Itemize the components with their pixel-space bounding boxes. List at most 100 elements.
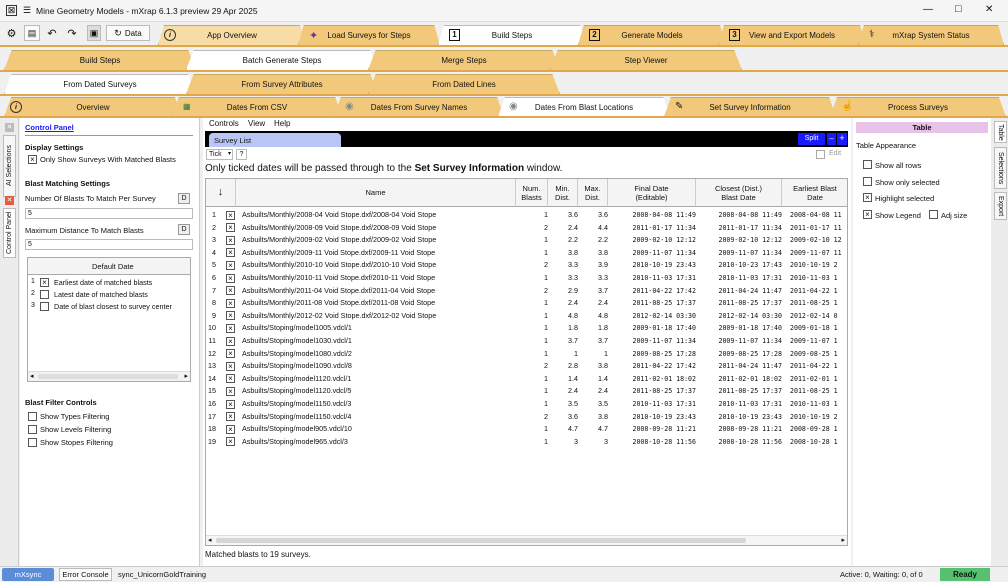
tab-generate-models[interactable]: 2 Generate Models bbox=[578, 25, 726, 45]
close-icon[interactable]: ✕ bbox=[5, 123, 14, 132]
table-row[interactable]: 1 × Earliest date of matched blasts bbox=[28, 277, 190, 289]
tab-overview[interactable]: i Overview bbox=[4, 97, 182, 117]
menu-help[interactable]: Help bbox=[274, 119, 290, 128]
final-date[interactable]: 2011-04-22 17:42 bbox=[610, 360, 696, 373]
tab-from-survey-attributes[interactable]: From Survey Attributes bbox=[186, 74, 378, 94]
selections-tab[interactable]: Selections bbox=[994, 147, 1007, 189]
stopes-filter-checkbox[interactable] bbox=[28, 438, 37, 447]
final-date[interactable]: 2011-08-25 17:37 bbox=[610, 385, 696, 398]
table-row[interactable]: 2 Asbuilts/Monthly/2008-09 Void Stope.dxf… bbox=[206, 222, 847, 235]
minus-icon[interactable]: – bbox=[827, 133, 836, 145]
tab-view-export[interactable]: 3 View and Export Models bbox=[718, 25, 866, 45]
column-header-closest-date[interactable]: Closest (Dist.) Blast Date bbox=[696, 179, 782, 207]
final-date[interactable]: 2011-04-22 17:42 bbox=[610, 285, 696, 298]
row-checkbox[interactable]: × bbox=[226, 424, 235, 434]
tab-build-steps-sub[interactable]: Build Steps bbox=[4, 50, 196, 70]
tab-system-status[interactable]: ⚕ mXrap System Status bbox=[858, 25, 1004, 45]
column-header-num-blasts[interactable]: Num. Blasts bbox=[516, 179, 548, 207]
final-date[interactable]: 2009-01-18 17:40 bbox=[610, 322, 696, 335]
scroll-thumb[interactable] bbox=[38, 374, 178, 379]
column-header-min-dist[interactable]: Min. Dist. bbox=[548, 179, 578, 207]
row-checkbox[interactable]: × bbox=[226, 412, 235, 422]
row-checkbox[interactable]: × bbox=[226, 336, 235, 346]
num-blasts-d-button[interactable]: D bbox=[178, 193, 190, 204]
tab-load-surveys[interactable]: ✦ Load Surveys for Steps bbox=[298, 25, 440, 45]
max-dist-input[interactable]: 5 bbox=[25, 239, 193, 250]
row-checkbox[interactable]: × bbox=[226, 311, 235, 321]
row-checkbox[interactable]: × bbox=[226, 298, 235, 308]
tab-dates-from-survey-names[interactable]: ◉ Dates From Survey Names bbox=[334, 97, 504, 117]
redo-icon[interactable]: ↷ bbox=[64, 25, 80, 41]
tab-from-dated-lines[interactable]: From Dated Lines bbox=[368, 74, 560, 94]
row-checkbox[interactable]: × bbox=[226, 323, 235, 333]
final-date[interactable]: 2009-11-07 11:34 bbox=[610, 335, 696, 348]
final-date[interactable]: 2011-02-01 18:02 bbox=[610, 373, 696, 386]
final-date[interactable]: 2008-10-28 11:56 bbox=[610, 436, 696, 449]
row-checkbox[interactable] bbox=[40, 290, 49, 299]
minimize-button[interactable]: — bbox=[923, 4, 933, 15]
row-checkbox[interactable] bbox=[40, 302, 49, 311]
split-button[interactable]: Split bbox=[798, 133, 825, 145]
row-checkbox[interactable]: × bbox=[226, 286, 235, 296]
final-date[interactable]: 2010-11-03 17:31 bbox=[610, 272, 696, 285]
table-row[interactable]: 8 Asbuilts/Monthly/2011-08 Void Stope.dxf… bbox=[206, 297, 847, 310]
ai-selections-tab[interactable]: AI Selections bbox=[3, 135, 16, 197]
final-date[interactable]: 2008-04-08 11:49 bbox=[610, 209, 696, 222]
tick-dropdown[interactable]: Tick ▾ bbox=[206, 149, 233, 160]
column-header-earliest-date[interactable]: Earliest Blast Date bbox=[782, 179, 847, 207]
row-checkbox[interactable]: × bbox=[226, 260, 235, 270]
save-icon[interactable]: ▣ bbox=[87, 25, 101, 41]
show-legend-checkbox[interactable]: × bbox=[863, 210, 872, 219]
final-date[interactable]: 2012-02-14 03:30 bbox=[610, 310, 696, 323]
table-row[interactable]: 4 Asbuilts/Monthly/2009-11 Void Stope.dxf… bbox=[206, 247, 847, 260]
scroll-thumb[interactable] bbox=[216, 538, 746, 543]
menu-view[interactable]: View bbox=[248, 119, 265, 128]
plus-icon[interactable]: + bbox=[837, 133, 847, 145]
survey-list-tab[interactable]: Survey List bbox=[209, 133, 341, 147]
row-checkbox[interactable]: × bbox=[40, 278, 49, 287]
table-row[interactable]: 19 Asbuilts/Stoping/model965.vdcl/3 1 3 3 200… bbox=[206, 436, 847, 449]
only-matched-checkbox[interactable]: × bbox=[28, 155, 37, 164]
table-row[interactable]: 3 Date of blast closest to survey center bbox=[28, 301, 190, 313]
row-checkbox[interactable]: × bbox=[226, 361, 235, 371]
max-dist-d-button[interactable]: D bbox=[178, 224, 190, 235]
help-button[interactable]: ? bbox=[236, 149, 247, 160]
row-checkbox[interactable]: × bbox=[226, 374, 235, 384]
table-row[interactable]: 9 Asbuilts/Monthly/2012-02 Void Stope.dxf… bbox=[206, 310, 847, 323]
column-header-max-dist[interactable]: Max. Dist. bbox=[578, 179, 608, 207]
show-all-rows-checkbox[interactable] bbox=[863, 160, 872, 169]
table-row[interactable]: 2 Latest date of matched blasts bbox=[28, 289, 190, 301]
adj-size-checkbox[interactable] bbox=[929, 210, 938, 219]
show-only-selected-checkbox[interactable] bbox=[863, 177, 872, 186]
table-row[interactable]: 18 Asbuilts/Stoping/model905.vdcl/10 1 4.7 4… bbox=[206, 423, 847, 436]
final-date[interactable]: 2009-11-07 11:34 bbox=[610, 247, 696, 260]
table-row[interactable]: 10 Asbuilts/Stoping/model1005.vdcl/1 1 1.8 1… bbox=[206, 322, 847, 335]
tab-set-survey-information[interactable]: ✎ Set Survey Information bbox=[664, 97, 836, 117]
final-date[interactable]: 2010-11-03 17:31 bbox=[610, 398, 696, 411]
row-checkbox[interactable]: × bbox=[226, 399, 235, 409]
panel-icon[interactable]: ▤ bbox=[24, 25, 40, 41]
column-header-final-date[interactable]: Final Date (Editable) bbox=[608, 179, 696, 207]
gear-icon[interactable]: ⚙ bbox=[4, 25, 19, 41]
column-header-name[interactable]: Name bbox=[236, 179, 516, 207]
final-date[interactable]: 2009-08-25 17:28 bbox=[610, 348, 696, 361]
menu-controls[interactable]: Controls bbox=[209, 119, 239, 128]
horizontal-scrollbar[interactable]: ◂ ▸ bbox=[28, 371, 190, 381]
undo-icon[interactable]: ↶ bbox=[44, 25, 60, 41]
row-checkbox[interactable]: × bbox=[226, 235, 235, 245]
table-row[interactable]: 1 Asbuilts/Monthly/2008-04 Void Stope.dxf… bbox=[206, 209, 847, 222]
tab-from-dated-surveys[interactable]: From Dated Surveys bbox=[4, 74, 196, 94]
export-tab[interactable]: Export bbox=[994, 192, 1007, 220]
row-checkbox[interactable]: × bbox=[226, 273, 235, 283]
horizontal-scrollbar[interactable]: ◂ ▸ bbox=[206, 535, 847, 545]
table-tab[interactable]: Table bbox=[994, 121, 1007, 143]
table-row[interactable]: 3 Asbuilts/Monthly/2009-02 Void Stope.dxf… bbox=[206, 234, 847, 247]
row-checkbox[interactable]: × bbox=[226, 210, 235, 220]
sort-header[interactable]: ↓ bbox=[206, 179, 236, 207]
table-row[interactable]: 15 Asbuilts/Stoping/model1120.vdcl/5 1 2.4 2… bbox=[206, 385, 847, 398]
table-row[interactable]: 6 Asbuilts/Monthly/2010-11 Void Stope.dxf… bbox=[206, 272, 847, 285]
close-icon[interactable]: ✕ bbox=[5, 196, 14, 205]
tab-build-steps[interactable]: 1 Build Steps bbox=[438, 25, 586, 45]
row-checkbox[interactable]: × bbox=[226, 386, 235, 396]
error-console-button[interactable]: Error Console bbox=[59, 568, 112, 581]
